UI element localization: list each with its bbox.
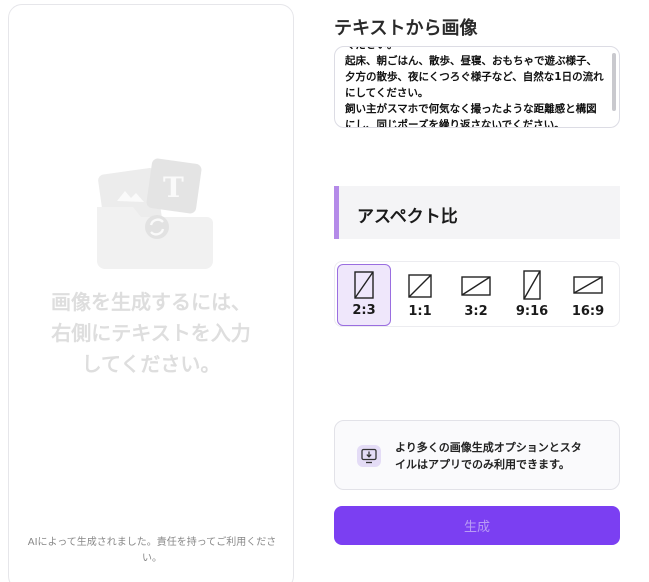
aspect-label: 9:16 xyxy=(515,304,549,319)
aspect-option-3-2[interactable]: 3:2 xyxy=(449,264,503,326)
aspect-ratio-heading: アスペクト比 xyxy=(334,186,620,239)
aspect-option-16-9[interactable]: 16:9 xyxy=(561,264,615,326)
ratio-3-2-icon xyxy=(461,276,491,296)
info-text: より多くの画像生成オプションとスタ イルはアプリでのみ利用できます。 xyxy=(395,441,582,471)
prompt-text[interactable]: ください。 起床、朝ごはん、散歩、昼寝、おもちゃで遊ぶ様子、夕方の散歩、夜にくつ… xyxy=(345,47,607,127)
aspect-ratio-title: アスペクト比 xyxy=(357,207,458,227)
ai-disclaimer: AIによって生成されました。責任を持ってご利用ください。 xyxy=(27,537,277,564)
ratio-9-16-icon xyxy=(523,270,541,300)
download-monitor-icon xyxy=(357,445,381,467)
prompt-scrollbar[interactable] xyxy=(612,53,616,111)
generate-button[interactable]: 生成 xyxy=(334,506,620,545)
ratio-16-9-icon xyxy=(573,276,603,294)
preview-panel: T 画像を生成するには、 右側にテキストを入力 してください。 AIによって生成… xyxy=(8,4,294,582)
ratio-2-3-icon xyxy=(354,271,374,299)
aspect-label: 16:9 xyxy=(571,304,605,319)
aspect-option-2-3[interactable]: 2:3 xyxy=(337,264,391,326)
aspect-option-1-1[interactable]: 1:1 xyxy=(393,264,447,326)
image-placeholder-icon: T xyxy=(91,151,221,275)
aspect-option-9-16[interactable]: 9:16 xyxy=(505,264,559,326)
prompt-textarea[interactable]: ください。 起床、朝ごはん、散歩、昼寝、おもちゃで遊ぶ様子、夕方の散歩、夜にくつ… xyxy=(334,46,620,128)
aspect-label: 2:3 xyxy=(352,303,376,318)
app-only-info: より多くの画像生成オプションとスタ イルはアプリでのみ利用できます。 xyxy=(334,420,620,490)
aspect-ratio-options: 2:3 1:1 3:2 9:16 16:9 xyxy=(334,261,620,327)
svg-text:T: T xyxy=(163,171,184,204)
section-title: テキストから画像 xyxy=(334,18,478,39)
preview-message: 画像を生成するには、 右側にテキストを入力 してください。 xyxy=(51,290,251,376)
aspect-label: 1:1 xyxy=(408,304,432,319)
ratio-1-1-icon xyxy=(408,274,432,298)
aspect-label: 3:2 xyxy=(464,304,488,319)
